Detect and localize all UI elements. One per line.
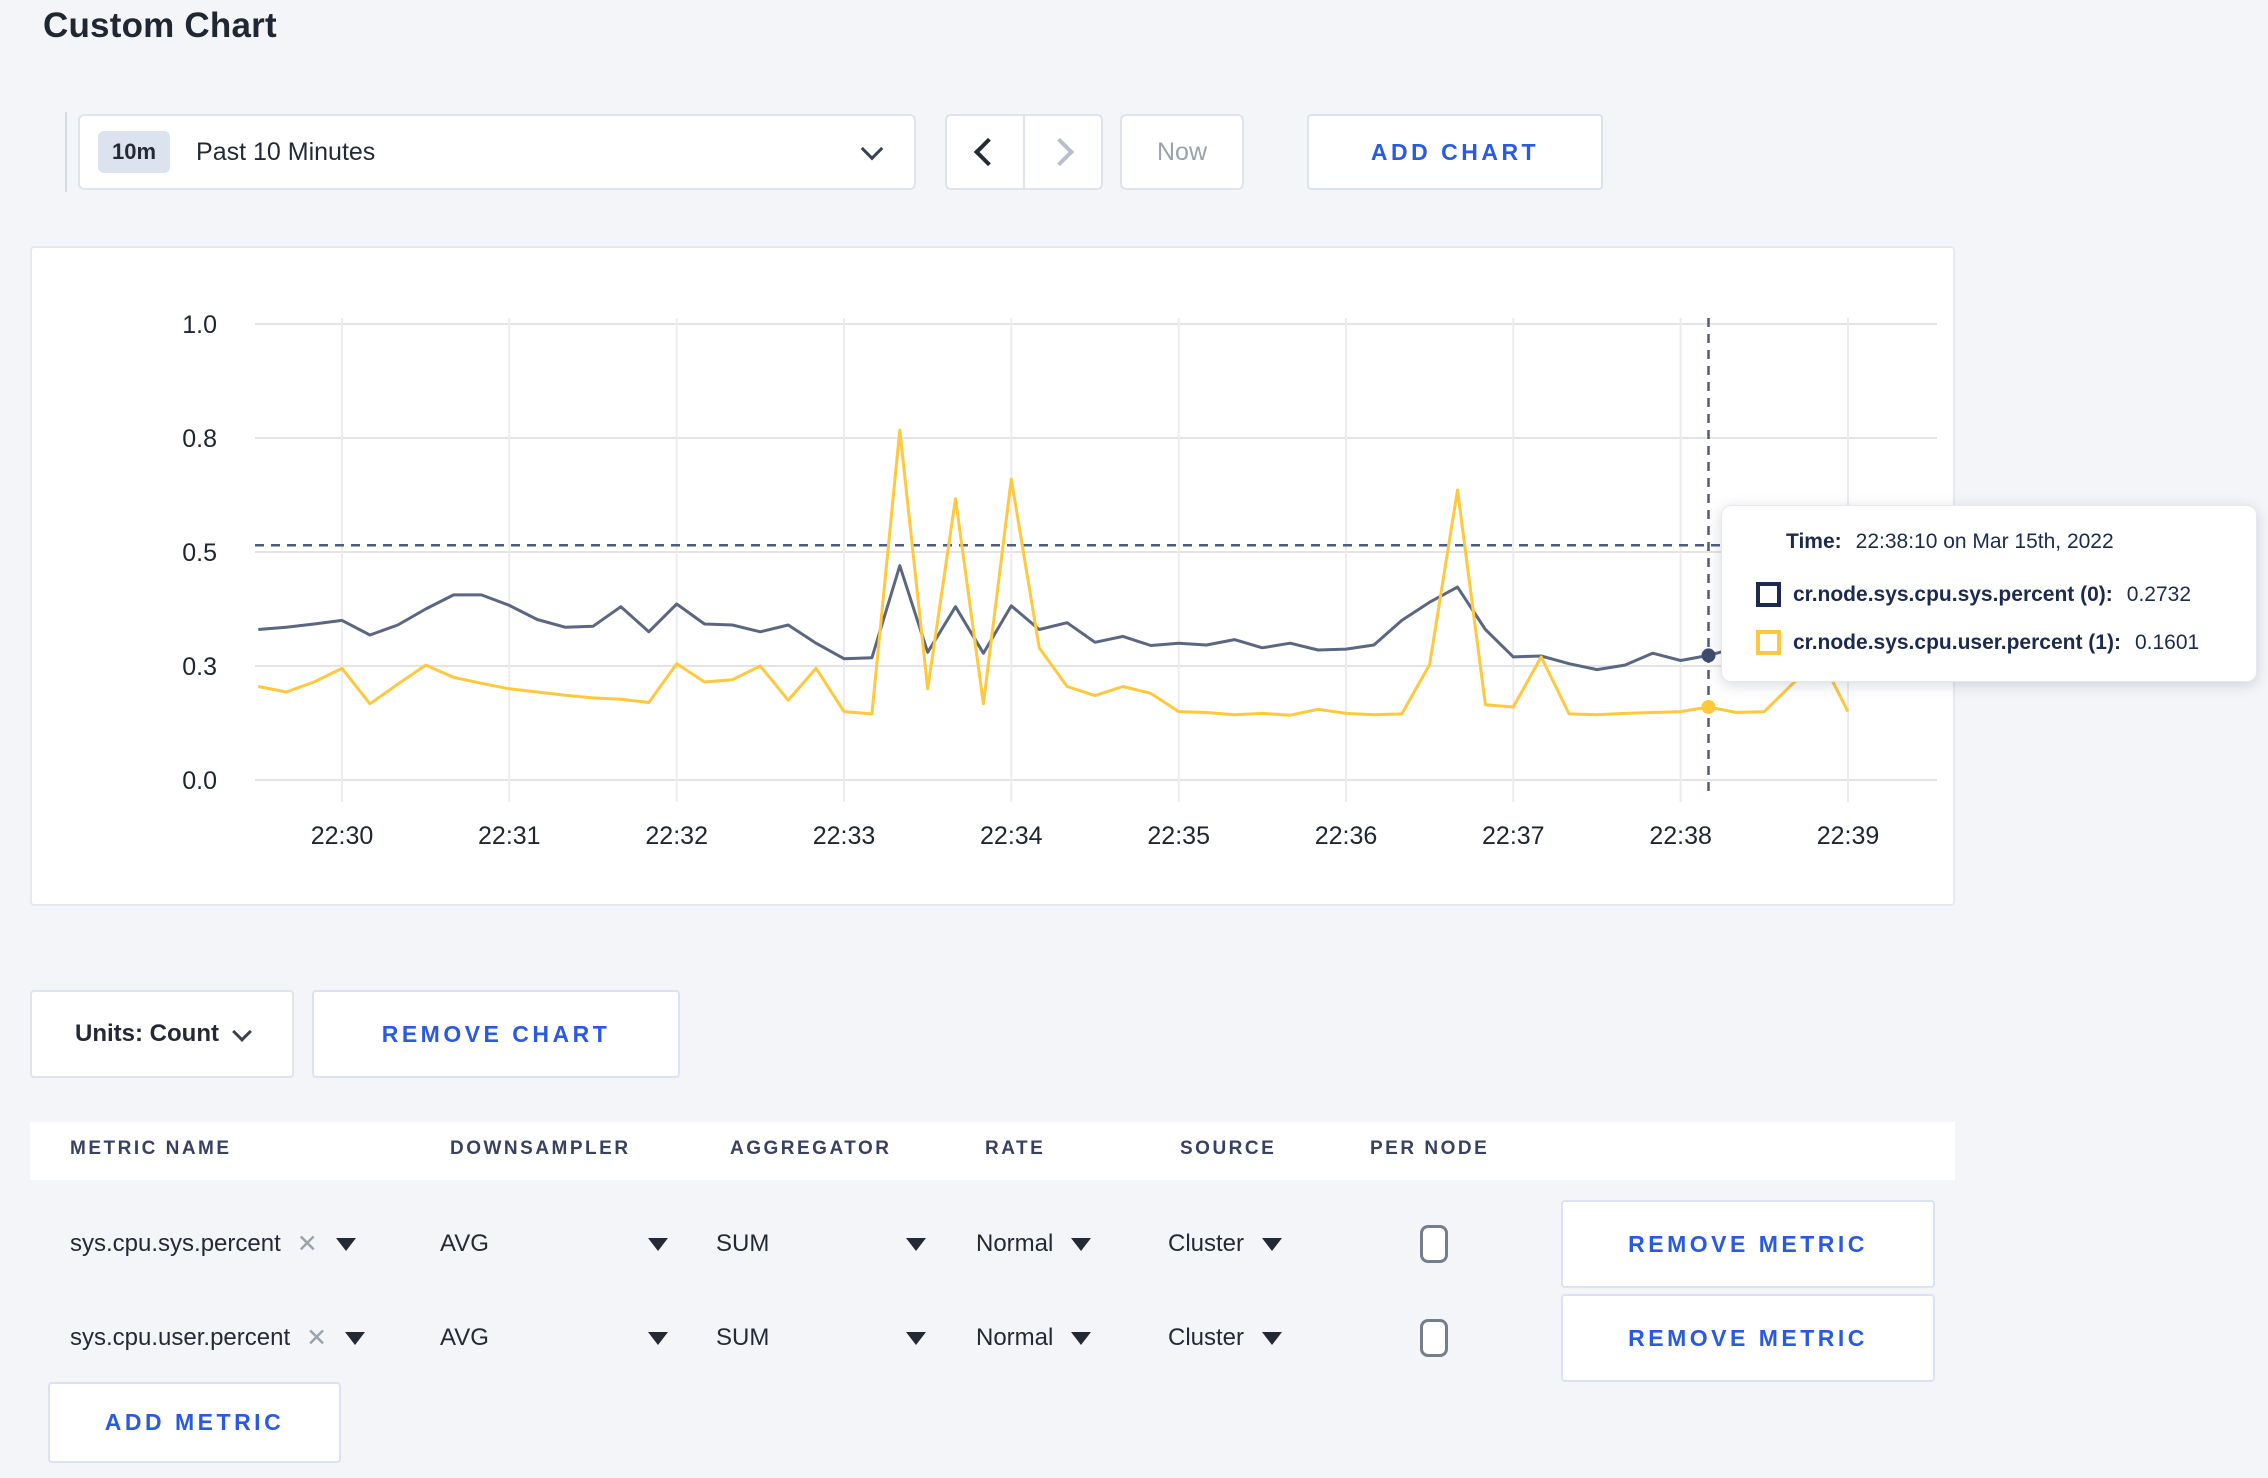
metric-name-select[interactable]: sys.cpu.user.percent ✕ — [70, 1294, 366, 1382]
downsampler-select-value: AVG — [440, 1324, 489, 1351]
column-header: METRIC NAME — [70, 1138, 232, 1159]
dropdown-arrow-icon — [1262, 1331, 1283, 1345]
column-header: AGGREGATOR — [730, 1138, 892, 1159]
source-select[interactable]: Cluster — [1168, 1200, 1283, 1288]
x-axis-label: 22:36 — [1315, 822, 1378, 850]
rate-select-value: Normal — [976, 1230, 1054, 1257]
crosshair-point-0 — [1701, 648, 1716, 663]
tooltip-time-label: Time: — [1786, 530, 1842, 553]
x-axis-label: 22:31 — [478, 822, 541, 850]
tooltip-series-label: cr.node.sys.cpu.sys.percent (0): — [1793, 582, 2113, 606]
per-node-checkbox[interactable] — [1420, 1225, 1448, 1263]
page-title: Custom Chart — [43, 6, 277, 45]
aggregator-select-value: SUM — [716, 1324, 770, 1351]
per-node-checkbox[interactable] — [1420, 1319, 1448, 1357]
custom-chart-page: Custom Chart 10m Past 10 Minutes Now ADD… — [0, 0, 2268, 1478]
chart-tooltip: Time: 22:38:10 on Mar 15th, 2022 cr.node.… — [1721, 505, 2257, 682]
remove-metric-button[interactable]: REMOVE METRIC — [1561, 1200, 1935, 1288]
dropdown-arrow-icon — [1071, 1237, 1092, 1251]
tooltip-time-value: 22:38:10 on Mar 15th, 2022 — [1855, 530, 2114, 553]
metrics-table-header: METRIC NAME DOWNSAMPLER AGGREGATOR RATE SOUR… — [30, 1122, 1955, 1180]
downsampler-select-value: AVG — [440, 1230, 489, 1257]
previous-interval-button[interactable] — [945, 114, 1025, 190]
sys-series-swatch-icon — [1756, 582, 1781, 607]
source-select-value: Cluster — [1168, 1324, 1245, 1351]
y-axis-label: 0.8 — [182, 425, 217, 453]
source-select-value: Cluster — [1168, 1230, 1245, 1257]
metric-name-select[interactable]: sys.cpu.sys.percent ✕ — [70, 1200, 356, 1288]
chart-card: 0.0 0.3 0.5 0.8 1.0 22:30 22:31 22:32 22:33 22:34… — [30, 246, 1955, 906]
tooltip-series-row: cr.node.sys.cpu.sys.percent (0): 0.2732 — [1756, 582, 2191, 607]
dropdown-arrow-icon — [335, 1237, 356, 1251]
add-metric-button[interactable]: ADD METRIC — [48, 1382, 341, 1463]
dropdown-arrow-icon — [1262, 1237, 1283, 1251]
x-axis-label: 22:38 — [1649, 822, 1712, 850]
column-header: DOWNSAMPLER — [450, 1138, 631, 1159]
tooltip-series-label: cr.node.sys.cpu.user.percent (1): — [1793, 630, 2121, 654]
add-chart-button[interactable]: ADD CHART — [1307, 114, 1603, 190]
dropdown-arrow-icon — [648, 1237, 668, 1251]
now-button[interactable]: Now — [1120, 114, 1244, 190]
x-axis-label: 22:33 — [813, 822, 876, 850]
rate-select[interactable]: Normal — [976, 1200, 1092, 1288]
remove-metric-button[interactable]: REMOVE METRIC — [1561, 1294, 1935, 1382]
y-axis-label: 0.0 — [182, 767, 217, 795]
source-select[interactable]: Cluster — [1168, 1294, 1283, 1382]
user-series-swatch-icon — [1756, 630, 1781, 655]
chevron-down-icon — [860, 137, 884, 161]
metric-name-label: sys.cpu.user.percent — [70, 1324, 291, 1351]
toolbar-divider — [65, 112, 67, 192]
per-node-cell — [1420, 1200, 1448, 1288]
column-header: SOURCE — [1180, 1138, 1277, 1159]
units-select[interactable]: Units: Count — [30, 990, 294, 1078]
column-header: PER NODE — [1370, 1138, 1490, 1159]
y-axis-label: 1.0 — [182, 311, 217, 339]
aggregator-select[interactable]: SUM — [716, 1200, 926, 1288]
tooltip-series-value: 0.2732 — [2126, 582, 2192, 606]
next-interval-button[interactable] — [1023, 114, 1103, 190]
time-range-select[interactable]: 10m Past 10 Minutes — [78, 114, 916, 190]
dropdown-arrow-icon — [1071, 1331, 1092, 1345]
remove-chart-button[interactable]: REMOVE CHART — [312, 990, 680, 1078]
dropdown-arrow-icon — [648, 1331, 668, 1345]
x-axis-label: 22:34 — [980, 822, 1043, 850]
chevron-left-icon — [973, 137, 1003, 167]
y-axis-label: 0.5 — [182, 539, 217, 567]
time-range-label: Past 10 Minutes — [196, 137, 376, 166]
x-axis-label: 22:30 — [311, 822, 374, 850]
y-axis-label: 0.3 — [182, 653, 217, 681]
chevron-down-icon — [232, 1022, 252, 1042]
per-node-cell — [1420, 1294, 1448, 1382]
chevron-right-icon — [1045, 137, 1075, 167]
clear-metric-icon[interactable]: ✕ — [306, 1323, 327, 1353]
column-header: RATE — [985, 1138, 1046, 1159]
aggregator-select-value: SUM — [716, 1230, 770, 1257]
clear-metric-icon[interactable]: ✕ — [297, 1229, 318, 1259]
crosshair-point-1 — [1701, 700, 1716, 714]
tooltip-time-row: Time: 22:38:10 on Mar 15th, 2022 — [1786, 530, 2114, 554]
dropdown-arrow-icon — [906, 1237, 926, 1251]
series-line-0 — [258, 564, 1849, 672]
series-line-1 — [258, 428, 1850, 717]
aggregator-select[interactable]: SUM — [716, 1294, 926, 1382]
line-chart[interactable]: 0.0 0.3 0.5 0.8 1.0 22:30 22:31 22:32 22:33 22:34… — [32, 248, 1953, 904]
downsampler-select[interactable]: AVG — [440, 1200, 668, 1288]
dropdown-arrow-icon — [906, 1331, 926, 1345]
rate-select-value: Normal — [976, 1324, 1054, 1351]
dropdown-arrow-icon — [345, 1331, 366, 1345]
metric-name-label: sys.cpu.sys.percent — [70, 1230, 281, 1257]
tooltip-series-row: cr.node.sys.cpu.user.percent (1): 0.1601 — [1756, 630, 2199, 655]
rate-select[interactable]: Normal — [976, 1294, 1092, 1382]
time-range-badge: 10m — [98, 131, 171, 173]
x-axis-label: 22:32 — [645, 822, 708, 850]
x-axis-label: 22:35 — [1147, 822, 1210, 850]
downsampler-select[interactable]: AVG — [440, 1294, 668, 1382]
metric-row: sys.cpu.user.percent ✕ AVG SUM Normal Cluster… — [30, 1294, 1955, 1382]
x-axis-label: 22:39 — [1817, 822, 1880, 850]
x-axis-label: 22:37 — [1482, 822, 1545, 850]
tooltip-series-value: 0.1601 — [2134, 630, 2200, 654]
time-pager — [945, 114, 1103, 190]
metric-row: sys.cpu.sys.percent ✕ AVG SUM Normal Cluster R… — [30, 1200, 1955, 1288]
